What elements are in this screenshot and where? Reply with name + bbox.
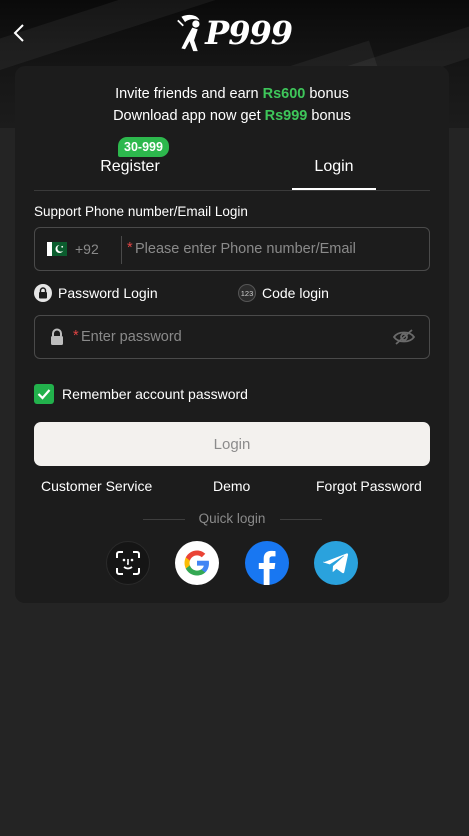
facebook-icon: [258, 550, 276, 585]
quick-login-label: Quick login: [198, 511, 266, 526]
logo-text: P999: [205, 14, 293, 52]
invite-text: Invite friends and earn: [115, 86, 263, 102]
customer-service-link[interactable]: Customer Service: [41, 478, 152, 494]
password-input[interactable]: [81, 316, 381, 358]
remember-checkbox[interactable]: [34, 384, 54, 404]
code-login-label: Code login: [262, 285, 329, 301]
forgot-password-link[interactable]: Forgot Password: [316, 478, 422, 494]
login-method-label: Support Phone number/Email Login: [34, 204, 248, 219]
telegram-icon: [323, 553, 349, 574]
download-text: Download app now get: [113, 108, 265, 124]
pakistan-flag-icon: [47, 242, 67, 256]
invite-amount: Rs600: [262, 86, 306, 102]
remember-label: Remember account password: [62, 386, 248, 402]
checkmark-icon: [37, 389, 51, 400]
password-login-option[interactable]: Password Login: [34, 284, 158, 302]
phone-email-field: +92 *: [34, 227, 430, 271]
required-mark: *: [73, 328, 79, 344]
google-icon: [184, 550, 209, 576]
tabs-divider: [34, 190, 430, 191]
phone-email-input[interactable]: [135, 228, 425, 270]
telegram-login-button[interactable]: [314, 541, 358, 585]
tab-login[interactable]: Login: [292, 158, 376, 176]
download-amount: Rs999: [264, 108, 308, 124]
remember-password-toggle[interactable]: Remember account password: [34, 384, 248, 404]
required-mark: *: [127, 240, 133, 256]
app-logo: P999: [176, 10, 293, 56]
login-button[interactable]: Login: [34, 422, 430, 466]
google-login-button[interactable]: [175, 541, 219, 585]
face-id-login-button[interactable]: [106, 541, 150, 585]
lock-icon: [51, 328, 63, 345]
invite-line-2: Download app now get Rs999 bonus: [15, 108, 449, 124]
login-card: Invite friends and earn Rs600 bonus Down…: [15, 66, 449, 603]
face-id-icon: [116, 551, 140, 575]
demo-link[interactable]: Demo: [213, 478, 250, 494]
eye-off-icon[interactable]: [393, 329, 415, 345]
back-button[interactable]: [8, 20, 30, 46]
invite-line-1: Invite friends and earn Rs600 bonus: [15, 86, 449, 102]
tab-register[interactable]: Register: [69, 158, 191, 176]
code-login-option[interactable]: 123 Code login: [238, 284, 329, 302]
invite-text: bonus: [305, 86, 349, 102]
field-divider: [121, 236, 122, 264]
chevron-left-icon: [13, 24, 24, 42]
country-code: +92: [75, 241, 99, 257]
password-login-label: Password Login: [58, 285, 158, 301]
cricket-player-icon: [177, 14, 200, 52]
facebook-login-button[interactable]: [245, 541, 289, 585]
lock-icon: [34, 284, 52, 302]
divider-line: [280, 519, 322, 520]
country-code-selector[interactable]: +92: [35, 228, 121, 270]
code-icon: 123: [238, 284, 256, 302]
download-text: bonus: [307, 108, 351, 124]
register-bonus-badge: 30-999: [118, 137, 169, 157]
password-field: *: [34, 315, 430, 359]
